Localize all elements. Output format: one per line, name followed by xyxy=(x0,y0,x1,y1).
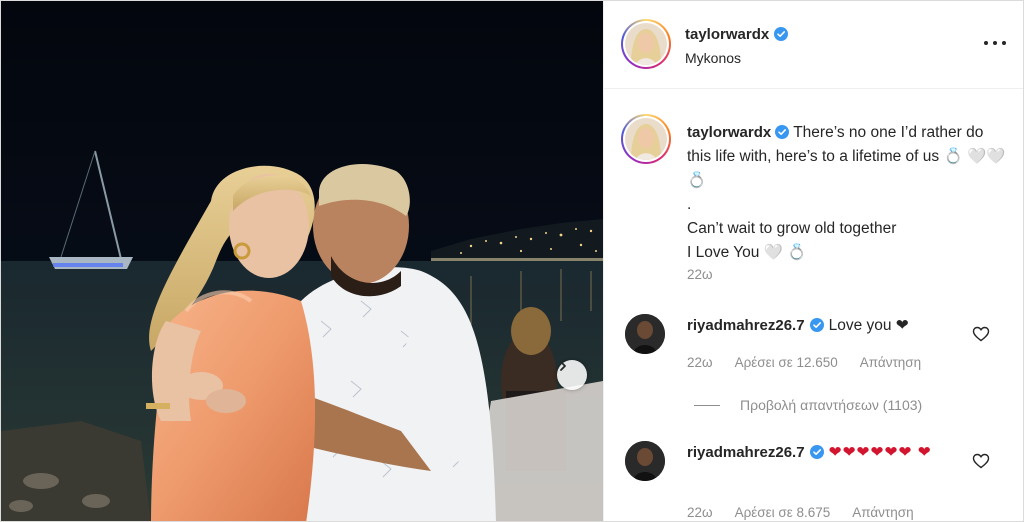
avatar-image xyxy=(625,118,667,160)
caption-text-line: Can’t wait to grow old together xyxy=(687,220,897,237)
caption-username[interactable]: taylorwardx xyxy=(687,124,771,141)
reply-button[interactable]: Απάντηση xyxy=(852,505,913,520)
more-options-icon xyxy=(1002,41,1006,45)
divider-line xyxy=(694,404,720,406)
post-photo[interactable] xyxy=(1,1,603,521)
avatar-image xyxy=(625,23,667,65)
caption-text-line: I Love You 🤍 💍 xyxy=(687,244,807,261)
caption-author-avatar[interactable] xyxy=(621,114,671,164)
verified-badge-icon xyxy=(774,27,789,41)
heart-outline-icon[interactable] xyxy=(972,452,990,470)
avatar-image xyxy=(625,441,665,481)
heart-outline-icon[interactable] xyxy=(972,325,990,343)
comment-timestamp[interactable]: 22ω xyxy=(687,505,713,520)
author-avatar[interactable] xyxy=(621,19,671,69)
comment-body: riyadmahrez26.7 ❤❤❤❤❤❤ ❤ xyxy=(687,442,957,464)
post-location[interactable]: Mykonos xyxy=(685,50,741,66)
comment-timestamp[interactable]: 22ω xyxy=(687,355,713,370)
comment-meta: 22ω Αρέσει σε 12.650 Απάντηση xyxy=(687,355,921,370)
caption-text-line: . xyxy=(687,196,692,213)
commenter-avatar[interactable] xyxy=(625,314,665,354)
carousel-next-button[interactable] xyxy=(557,360,587,390)
verified-badge-icon xyxy=(775,125,790,139)
reply-button[interactable]: Απάντηση xyxy=(860,355,921,370)
comment-likes[interactable]: Αρέσει σε 8.675 xyxy=(735,505,831,520)
more-options-icon xyxy=(993,41,997,45)
chevron-right-icon xyxy=(560,361,566,371)
comment-text: Love you ❤ xyxy=(828,317,909,334)
avatar-image xyxy=(625,314,665,354)
view-replies-button[interactable]: Προβολή απαντήσεων (1103) xyxy=(694,397,922,413)
post-side-panel: taylorwardx Mykonos taylorwardx There’s n… xyxy=(603,1,1023,521)
instagram-post: taylorwardx Mykonos taylorwardx There’s n… xyxy=(0,0,1024,522)
comment-body: riyadmahrez26.7 Love you ❤ xyxy=(687,315,967,337)
view-replies-label: Προβολή απαντήσεων (1103) xyxy=(740,397,923,413)
post-header: taylorwardx Mykonos xyxy=(604,1,1023,89)
more-options-icon xyxy=(984,41,988,45)
post-caption: taylorwardx There’s no one I’d rather do … xyxy=(687,121,1007,265)
author-username[interactable]: taylorwardx xyxy=(685,26,769,43)
verified-badge-icon xyxy=(809,445,824,459)
photo-illustration xyxy=(1,1,603,521)
caption-first-line: taylorwardx There’s no one I’d rather do … xyxy=(687,121,1007,193)
comment-meta: 22ω Αρέσει σε 8.675 Απάντηση xyxy=(687,505,914,520)
more-options-button[interactable] xyxy=(984,37,1006,49)
commenter-avatar[interactable] xyxy=(625,441,665,481)
verified-badge-icon xyxy=(809,318,824,332)
author-username-row: taylorwardx xyxy=(685,26,789,44)
comment-likes[interactable]: Αρέσει σε 12.650 xyxy=(735,355,838,370)
comment-text: ❤❤❤❤❤❤ ❤ xyxy=(828,444,932,461)
comment-username[interactable]: riyadmahrez26.7 xyxy=(687,444,805,461)
caption-timestamp[interactable]: 22ω xyxy=(687,267,713,282)
comment-username[interactable]: riyadmahrez26.7 xyxy=(687,317,805,334)
